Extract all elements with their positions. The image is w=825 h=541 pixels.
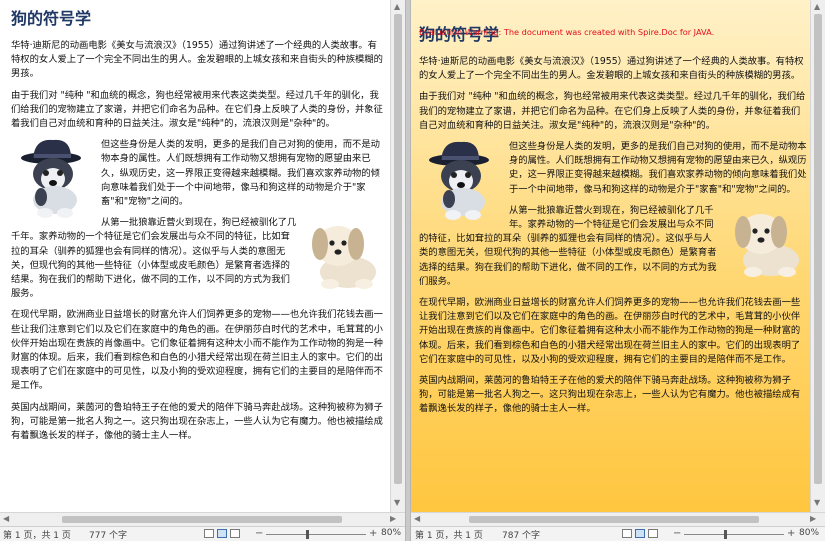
page-count: 第 1 页，共 1 页: [3, 531, 71, 541]
paragraph-1: 华特·迪斯尼的动画电影《美女与流浪汉》（1955）通过狗讲述了一个经典的人类故事…: [419, 56, 804, 82]
zoom-in-icon[interactable]: +: [787, 528, 795, 539]
zoom-out-icon[interactable]: −: [673, 528, 681, 539]
vertical-scrollbar[interactable]: ▲ ▼: [390, 0, 405, 512]
horizontal-scroll-thumb[interactable]: [469, 516, 759, 523]
scroll-left-arrow-icon[interactable]: ◀: [414, 514, 420, 524]
paragraph-6: 英国内战期间，莱茵河的鲁珀特王子在他的爱犬的陪伴下骑马奔赴战场。这种狗被称为狮子…: [11, 401, 383, 442]
scroll-up-arrow-icon[interactable]: ▲: [394, 2, 400, 12]
word-count: 787 个字: [502, 531, 541, 541]
paragraph-2: 由于我们对 "纯种 "和血统的概念，狗也经常被用来代表这类类型。经过几千年的驯化…: [11, 89, 383, 130]
zoom-slider[interactable]: [266, 534, 366, 535]
evaluation-warning: Evaluation Warning: The document was cre…: [419, 27, 715, 37]
paragraph-2: 由于我们对 "纯种 "和血统的概念，狗也经常被用来代表这类类型。经过几千年的驯化…: [419, 91, 806, 131]
vertical-scroll-thumb[interactable]: [814, 14, 822, 484]
left-document-window: 狗的符号学 华特·迪斯尼的动画电影《美女与流浪汉》（1955）通过狗讲述了一个经…: [0, 0, 405, 541]
horizontal-scrollbar[interactable]: ◀ ▶: [411, 512, 825, 526]
read-mode-icon[interactable]: [622, 529, 632, 538]
print-layout-icon[interactable]: [217, 529, 227, 538]
puppy-clipart: [302, 216, 384, 292]
right-document-window: 狗的符号学 华特·迪斯尼的动画电影《美女与流浪汉》（1955）通过狗讲述了一个经…: [411, 0, 825, 541]
zoom-slider-knob[interactable]: [306, 530, 309, 539]
scroll-down-arrow-icon[interactable]: ▼: [814, 498, 820, 508]
web-layout-icon[interactable]: [230, 529, 240, 538]
horizontal-scrollbar[interactable]: ◀ ▶: [0, 512, 405, 526]
status-bar: 第 1 页，共 1 页 787 个字 − + 80%: [411, 526, 825, 541]
zoom-slider-knob[interactable]: [724, 530, 727, 539]
scroll-right-arrow-icon[interactable]: ▶: [390, 514, 396, 524]
document-page[interactable]: 狗的符号学 华特·迪斯尼的动画电影《美女与流浪汉》（1955）通过狗讲述了一个经…: [411, 0, 811, 512]
paragraph-5: 在现代早期，欧洲商业日益增长的财富允许人们饲养更多的宠物——也允许我们花钱去画一…: [11, 309, 383, 392]
print-layout-icon[interactable]: [635, 529, 645, 538]
word-count: 777 个字: [89, 531, 128, 541]
horizontal-scroll-thumb[interactable]: [62, 516, 342, 523]
zoom-in-icon[interactable]: +: [369, 528, 377, 539]
web-layout-icon[interactable]: [648, 529, 658, 538]
husky-hat-clipart: [11, 138, 97, 220]
document-page[interactable]: 狗的符号学 华特·迪斯尼的动画电影《美女与流浪汉》（1955）通过狗讲述了一个经…: [0, 0, 390, 512]
status-bar: 第 1 页，共 1 页 777 个字 − + 80%: [0, 526, 405, 541]
zoom-level[interactable]: 80%: [799, 528, 819, 538]
page-count: 第 1 页，共 1 页: [415, 531, 483, 541]
scroll-right-arrow-icon[interactable]: ▶: [810, 514, 816, 524]
scroll-left-arrow-icon[interactable]: ◀: [3, 514, 9, 524]
paragraph-6: 英国内战期间，莱茵河的鲁珀特王子在他的爱犬的陪伴下骑马奔赴战场。这种狗被称为狮子…: [419, 375, 801, 415]
document-title: 狗的符号学: [11, 9, 92, 28]
scroll-down-arrow-icon[interactable]: ▼: [394, 498, 400, 508]
husky-hat-clipart: [419, 140, 505, 222]
scroll-up-arrow-icon[interactable]: ▲: [814, 2, 820, 12]
read-mode-icon[interactable]: [204, 529, 214, 538]
zoom-out-icon[interactable]: −: [255, 528, 263, 539]
vertical-scrollbar[interactable]: ▲ ▼: [810, 0, 825, 512]
paragraph-5: 在现代早期，欧洲商业日益增长的财富允许人们饲养更多的宠物——也允许我们花钱去画一…: [419, 297, 801, 365]
vertical-scroll-thumb[interactable]: [394, 14, 402, 484]
zoom-level[interactable]: 80%: [381, 528, 401, 538]
puppy-clipart: [725, 204, 807, 280]
zoom-slider[interactable]: [684, 534, 784, 535]
paragraph-1: 华特·迪斯尼的动画电影《美女与流浪汉》（1955）通过狗讲述了一个经典的人类故事…: [11, 40, 383, 80]
